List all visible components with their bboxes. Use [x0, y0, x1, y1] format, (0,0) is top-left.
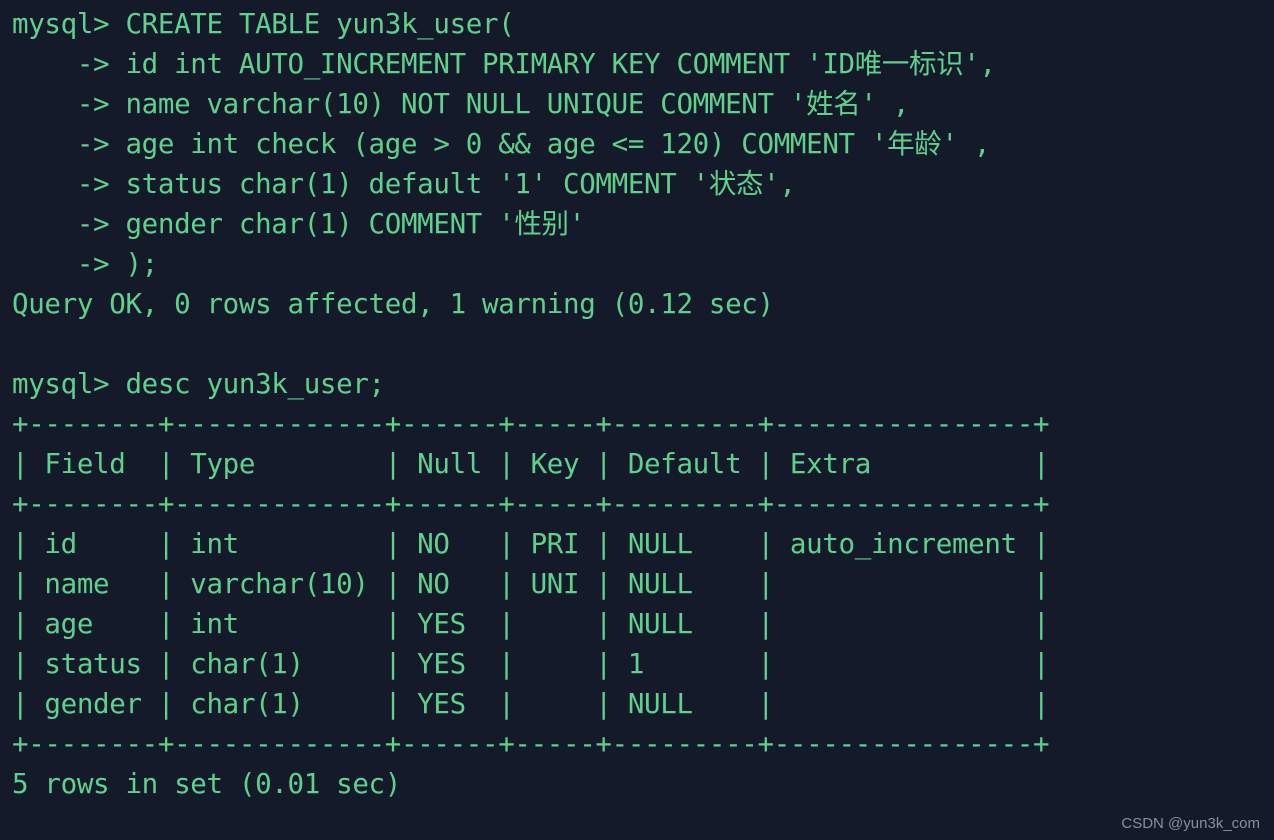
csdn-watermark: CSDN @yun3k_com [1121, 815, 1260, 832]
table-row: | name | varchar(10) | NO | UNI | NULL |… [12, 568, 1050, 600]
table-separator-top: +--------+-------------+------+-----+---… [12, 408, 1050, 440]
terminal-line-desc-command: mysql> desc yun3k_user; [12, 368, 385, 400]
terminal-line-query-ok: Query OK, 0 rows affected, 1 warning (0.… [12, 288, 774, 320]
table-separator-bottom: +--------+-------------+------+-----+---… [12, 728, 1050, 760]
terminal-line-column-age: -> age int check (age > 0 && age <= 120)… [12, 128, 991, 160]
table-row: | id | int | NO | PRI | NULL | auto_incr… [12, 528, 1050, 560]
table-header-row: | Field | Type | Null | Key | Default | … [12, 448, 1050, 480]
table-row: | age | int | YES | | NULL | | [12, 608, 1050, 640]
terminal-line-statement-close: -> ); [12, 248, 158, 280]
table-row: | status | char(1) | YES | | 1 | | [12, 648, 1050, 680]
terminal-line-column-status: -> status char(1) default '1' COMMENT '状… [12, 168, 796, 200]
terminal-line-rows-in-set: 5 rows in set (0.01 sec) [12, 768, 401, 800]
table-separator-header: +--------+-------------+------+-----+---… [12, 488, 1050, 520]
terminal-line-column-name: -> name varchar(10) NOT NULL UNIQUE COMM… [12, 88, 910, 120]
table-row: | gender | char(1) | YES | | NULL | | [12, 688, 1050, 720]
terminal-line-create-table: mysql> CREATE TABLE yun3k_user( [12, 8, 515, 40]
terminal-window[interactable]: mysql> CREATE TABLE yun3k_user( -> id in… [0, 0, 1274, 840]
terminal-line-column-id: -> id int AUTO_INCREMENT PRIMARY KEY COM… [12, 48, 996, 80]
terminal-line-column-gender: -> gender char(1) COMMENT '性别' [12, 208, 585, 240]
